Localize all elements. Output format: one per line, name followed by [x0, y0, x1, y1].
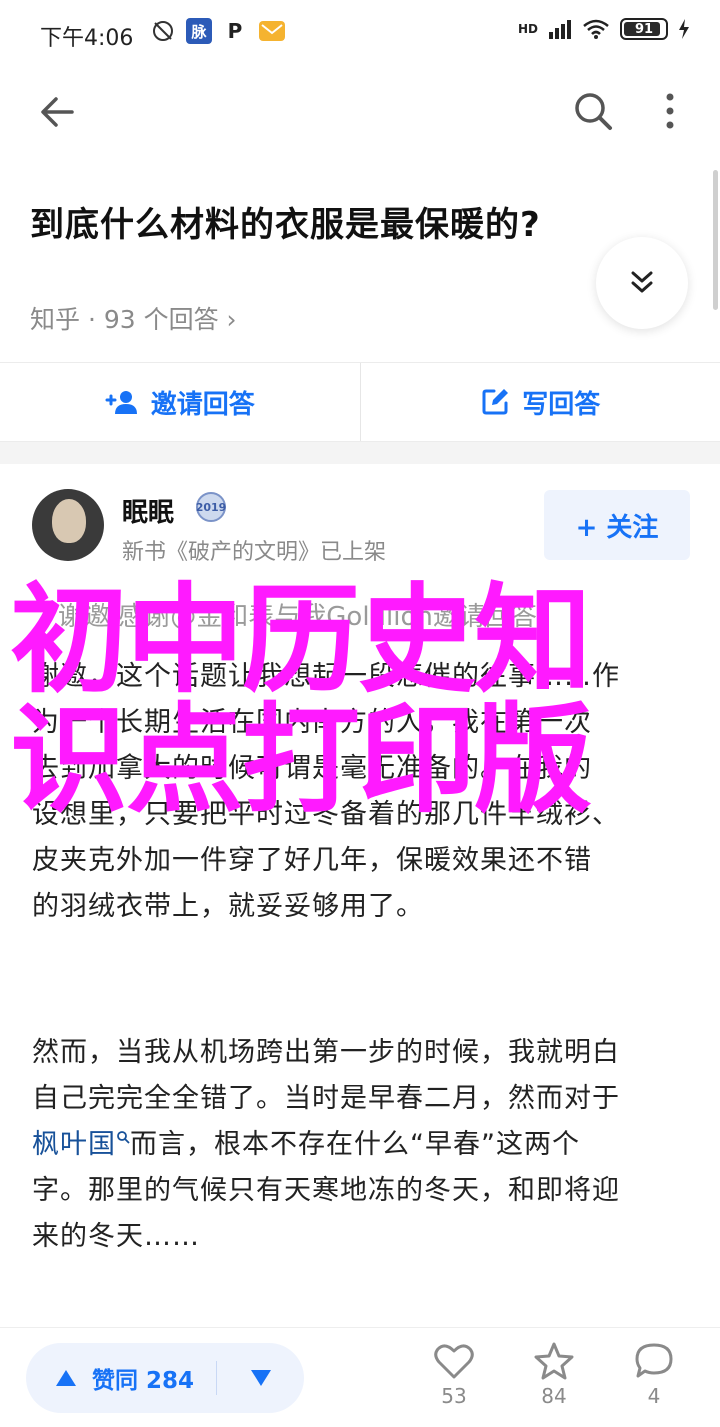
heart-icon: [434, 1344, 474, 1379]
answer-line: 来的冬天……: [32, 1221, 200, 1252]
author-description: 新书《破产的文明》已上架: [122, 540, 387, 565]
answer-line: 自己完完全全错了。当时是早春二月，然而对于: [32, 1083, 620, 1114]
downvote-button[interactable]: [217, 1368, 304, 1388]
question-title[interactable]: 到底什么材料的衣服是最保暖的?: [30, 197, 541, 246]
mail-icon: [259, 21, 285, 41]
expand-button[interactable]: [596, 237, 688, 329]
app-notification-icon: 脉: [186, 18, 212, 44]
answer-paragraph-1: 谢邀，这个话题让我想起一段悲催的往事……作 为一个长期生活在国内南方的人，我在第…: [32, 654, 692, 930]
write-answer-label: 写回答: [522, 389, 601, 420]
back-arrow-icon[interactable]: [36, 90, 80, 134]
like-button[interactable]: 53: [424, 1342, 484, 1408]
wifi-icon: [583, 19, 609, 39]
invite-answer-label: 邀请回答: [150, 389, 255, 420]
question-meta-link[interactable]: 知乎 · 93 个回答 ›: [30, 300, 237, 336]
battery-indicator: 91: [620, 18, 668, 40]
comment-icon: [635, 1343, 673, 1378]
answer-author: 眠眠 2019 新书《破产的文明》已上架 + 关注: [0, 464, 720, 574]
answer-line: 去到加拿大的时候可谓是毫无准备的。在我的: [32, 753, 592, 784]
triangle-up-icon: [56, 1370, 76, 1386]
status-bar: 下午4:06 脉 P HD 91: [0, 0, 720, 70]
answer-line: 谢邀，这个话题让我想起一段悲催的往事……作: [32, 661, 620, 692]
invite-answer-button[interactable]: 邀请回答: [0, 363, 360, 441]
answer-line: 字。那里的气候只有天寒地冻的冬天，和即将迎: [32, 1175, 620, 1206]
answer-line: 的羽绒衣带上，就妥妥够用了。: [32, 891, 424, 922]
top-nav-bar: [0, 70, 720, 155]
battery-level: 91: [634, 21, 654, 37]
double-chevron-down-icon: [631, 271, 653, 293]
signal-icon: [549, 20, 571, 39]
upvote-label: 赞同 284: [92, 1368, 195, 1394]
answer-line: 为一个长期生活在国内南方的人，我在第一次: [32, 707, 592, 738]
network-type: HD: [517, 22, 538, 36]
more-vertical-icon[interactable]: [655, 88, 685, 134]
status-time: 下午4:06: [40, 26, 134, 51]
search-link-icon: [117, 1131, 130, 1144]
favorite-button[interactable]: 84: [524, 1342, 584, 1408]
upvote-button[interactable]: 赞同 284: [26, 1361, 216, 1395]
avatar[interactable]: [32, 489, 104, 561]
comment-count: 4: [647, 1384, 661, 1408]
question-header: 到底什么材料的衣服是最保暖的? 知乎 · 93 个回答 ›: [0, 155, 720, 360]
dnd-icon: [153, 21, 173, 41]
invite-thanks-line: 谢邀 感谢@金和表与我Goldlion邀请回答: [58, 602, 537, 632]
status-icons-right: HD 91: [518, 18, 690, 40]
answer-line-with-link: 枫叶国 而言，根本不存在什么“早春”这两个: [32, 1122, 692, 1168]
edit-icon: [482, 389, 509, 415]
answer-line: 皮夹克外加一件穿了好几年，保暖效果还不错: [32, 845, 592, 876]
answer-paragraph-2: 然而，当我从机场跨出第一步的时候，我就明白 自己完完全全错了。当时是早春二月，然…: [32, 1030, 692, 1260]
like-count: 53: [441, 1384, 467, 1408]
triangle-down-icon: [250, 1370, 271, 1386]
charging-icon: [679, 19, 689, 39]
author-badge-icon[interactable]: 2019: [196, 492, 226, 522]
author-name[interactable]: 眠眠: [122, 492, 174, 529]
vote-pill: 赞同 284: [26, 1343, 304, 1413]
answer-line: 然而，当我从机场跨出第一步的时候，我就明白: [32, 1037, 620, 1068]
answer-line: 设想里，只要把平时过冬备着的那几件羊绒衫、: [32, 799, 620, 830]
star-icon: [534, 1342, 574, 1380]
comment-button[interactable]: 4: [624, 1342, 684, 1408]
question-actions: 邀请回答 写回答: [0, 362, 720, 442]
answer-line-rest: 而言，根本不存在什么“早春”这两个: [130, 1129, 580, 1160]
favorite-count: 84: [541, 1384, 567, 1408]
search-icon[interactable]: [570, 88, 616, 134]
follow-button[interactable]: + 关注: [544, 490, 690, 560]
section-gap: [0, 442, 720, 464]
bottom-action-bar: 赞同 284 53 84 4: [0, 1327, 720, 1427]
status-icons-left: 脉 P: [150, 18, 286, 44]
add-user-icon: [105, 391, 137, 414]
p-notification-icon: P: [222, 18, 248, 44]
scrollbar[interactable]: [713, 170, 718, 310]
maple-country-link[interactable]: 枫叶国: [32, 1129, 116, 1160]
write-answer-button[interactable]: 写回答: [361, 363, 720, 441]
